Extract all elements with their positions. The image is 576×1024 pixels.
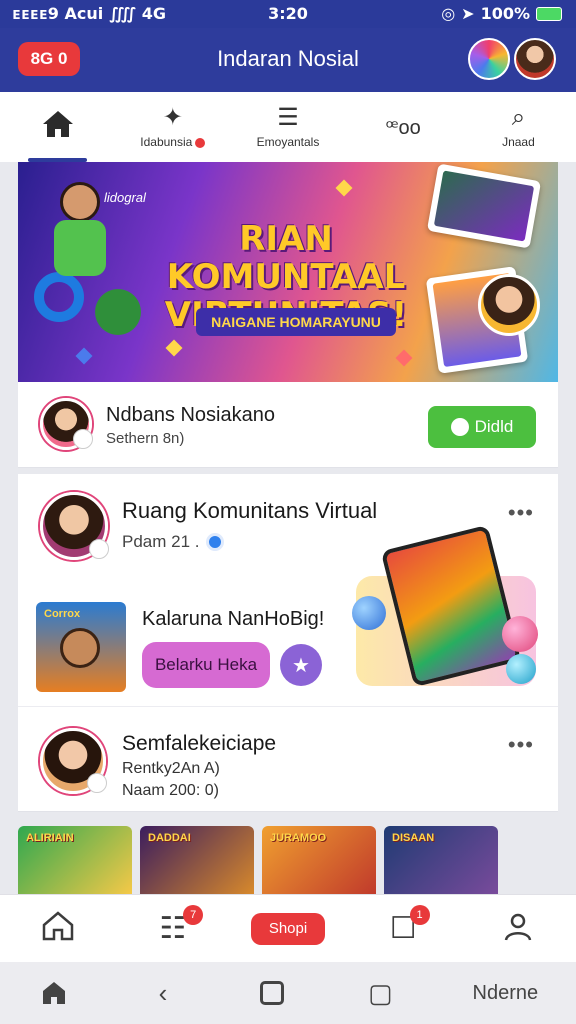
- nav-news[interactable]: ☷ 7: [115, 895, 230, 962]
- system-overview-button[interactable]: [217, 981, 326, 1005]
- system-nav: ‹ ▢ Nderne: [0, 962, 576, 1024]
- stack-icon: ☰: [277, 104, 299, 131]
- story-avatar[interactable]: [468, 38, 510, 80]
- tile-label: DADDAI: [148, 832, 191, 844]
- nav-shop[interactable]: Shopi: [230, 895, 345, 962]
- join-row: Ndbans Nosiakano Sethern 8n) Didld: [18, 382, 558, 468]
- divider: [18, 706, 558, 707]
- tile-label: JURAMOO: [270, 832, 327, 844]
- status-badge: [73, 429, 93, 449]
- tab-groups[interactable]: ☰ Emoyantals: [230, 92, 345, 162]
- post-meta: Pdam 21 .: [122, 532, 224, 552]
- post-title[interactable]: Ruang Komunitans Virtual: [122, 498, 377, 524]
- puzzle-icon: ✦: [162, 104, 183, 131]
- search-icon: ⌕: [511, 104, 526, 131]
- nav-home[interactable]: [0, 895, 115, 962]
- news-icon: ☷: [159, 911, 187, 945]
- tab-groups-label: Emoyantals: [256, 135, 320, 149]
- status-badge: [87, 773, 107, 793]
- promo-text: Kalaruna NanHoBig!: [142, 608, 325, 630]
- thumb-label: Corrox: [44, 608, 81, 620]
- chat-icon: ▢: [368, 977, 393, 1008]
- avatar[interactable]: [40, 492, 109, 560]
- tab-search-label: Jnaad: [502, 135, 535, 149]
- post-card: Ruang Komunitans Virtual Pdam 21 . ••• C…: [18, 474, 558, 812]
- nav-profile[interactable]: [461, 895, 576, 962]
- status-bar: ᴇᴇᴇᴇ9 Acui ⨌ 4G 3:20 ◎ ➤ 100%: [0, 0, 576, 28]
- system-home-button[interactable]: [0, 979, 109, 1007]
- star-icon: ★: [292, 654, 310, 677]
- home-icon: [43, 982, 66, 1004]
- member-name: Ndbans Nosiakano: [106, 404, 275, 426]
- tile-label: DISAAN: [392, 832, 435, 844]
- join-button[interactable]: Didld: [428, 406, 536, 448]
- member-subtitle: Sethern 8n): [106, 430, 185, 447]
- top-tabs: ✦ Idabunsia ☰ Emoyantals ꟹoo ⌕ Jnaad: [0, 92, 576, 162]
- post-detail: Rentky2An A): [122, 760, 220, 777]
- media-strip: ALIRIAIN DADDAI JURAMOO DISAAN: [18, 826, 576, 896]
- sparkle-icon: [335, 179, 353, 197]
- tab-search[interactable]: ⌕ Jnaad: [461, 92, 576, 162]
- media-tile[interactable]: DISAAN: [384, 826, 498, 896]
- rotation-lock-icon: ◎: [441, 4, 456, 23]
- profile-icon: [502, 910, 534, 948]
- avatar[interactable]: [40, 728, 107, 794]
- post-time: Pdam 21 .: [122, 532, 200, 551]
- tab-community-label: Idabunsia: [140, 135, 193, 149]
- system-chat-button[interactable]: ▢: [326, 978, 435, 1009]
- verified-icon: [205, 533, 224, 551]
- media-tile[interactable]: ALIRIAIN: [18, 826, 132, 896]
- activity-badge: 1: [409, 905, 430, 925]
- avatar[interactable]: [40, 398, 93, 450]
- home-icon: [41, 910, 75, 948]
- banner-brand: lidogral: [104, 190, 146, 205]
- app-header: 8G 0 Indaran Nosial: [0, 28, 576, 92]
- back-icon: ‹: [158, 977, 168, 1008]
- tab-chat-label: ꟹoo: [385, 116, 421, 139]
- feed: lidogral RIAN KOMUNTAAL VIRTUNITAS! NAIG…: [18, 162, 558, 812]
- banner-subhead: NAIGANE HOMARAYUNU: [196, 308, 396, 336]
- tile-label: ALIRIAIN: [26, 832, 74, 844]
- sparkle-icon: [395, 349, 413, 367]
- chat-bubble-icon: [450, 418, 469, 436]
- promo-illustration: [352, 524, 538, 696]
- more-options-icon[interactable]: •••: [508, 732, 534, 758]
- tab-community[interactable]: ✦ Idabunsia: [115, 92, 230, 162]
- post-title[interactable]: Semfalekeiciape: [122, 732, 276, 756]
- home-icon: [41, 109, 75, 145]
- join-button-label: Didld: [474, 417, 514, 436]
- promo-button[interactable]: Belarku Heka: [142, 642, 270, 688]
- battery-icon: [536, 6, 562, 21]
- system-right-label[interactable]: Nderne: [435, 982, 576, 1005]
- location-icon: ➤: [461, 4, 475, 23]
- member-bubble: [478, 274, 540, 336]
- unread-dot: [195, 137, 206, 148]
- hero-banner[interactable]: lidogral RIAN KOMUNTAAL VIRTUNITAS! NAIG…: [18, 162, 558, 382]
- bottom-nav: ☷ 7 Shopi ☐ 1: [0, 894, 576, 962]
- profile-avatar[interactable]: [514, 38, 556, 80]
- system-back-button[interactable]: ‹: [109, 978, 218, 1009]
- media-tile[interactable]: DADDAI: [140, 826, 254, 896]
- media-tile[interactable]: JURAMOO: [262, 826, 376, 896]
- nav-activity[interactable]: ☐ 1: [346, 895, 461, 962]
- sparkle-icon: [165, 339, 183, 357]
- promo-thumbnail[interactable]: Corrox: [36, 602, 126, 692]
- shop-button[interactable]: Shopi: [251, 912, 325, 945]
- star-button[interactable]: ★: [280, 644, 322, 686]
- tab-home[interactable]: [0, 92, 115, 162]
- battery-percent: 100%: [480, 4, 530, 23]
- tab-chat[interactable]: ꟹoo: [346, 92, 461, 162]
- square-icon: [259, 981, 284, 1005]
- photo-card: [426, 163, 542, 249]
- post-detail: Naam 200: 0): [122, 782, 219, 799]
- more-options-icon[interactable]: •••: [508, 500, 534, 526]
- person-image: [60, 628, 100, 668]
- news-badge: 7: [183, 905, 204, 925]
- status-badge: [89, 539, 109, 559]
